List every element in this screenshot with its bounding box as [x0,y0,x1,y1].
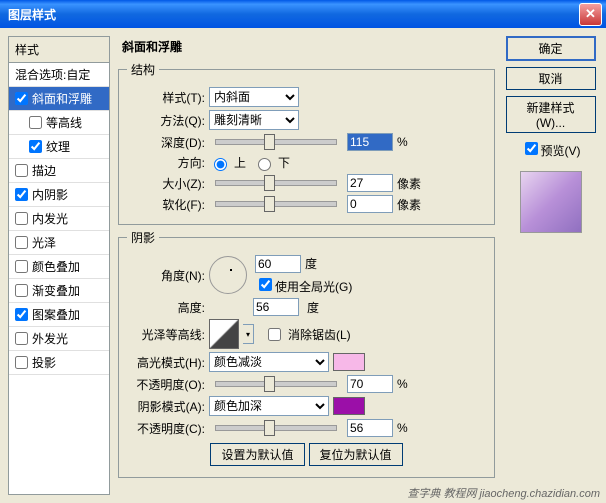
contour-dropdown[interactable]: ▾ [243,324,254,344]
style-check-5[interactable] [15,212,28,225]
panel-header: 样式 [9,37,109,63]
styles-panel: 样式 混合选项:自定 斜面和浮雕等高线纹理描边内阴影内发光光泽颜色叠加渐变叠加图… [8,36,110,495]
hopacity-slider[interactable] [215,381,337,387]
soften-slider[interactable] [215,201,337,207]
global-light-check[interactable] [259,278,272,291]
method-select[interactable]: 雕刻清晰 [209,110,299,130]
style-check-0[interactable] [15,92,28,105]
style-check-10[interactable] [15,332,28,345]
new-style-button[interactable]: 新建样式(W)... [506,96,596,133]
dir-up[interactable] [214,158,227,171]
style-check-9[interactable] [15,308,28,321]
soften-input[interactable] [347,195,393,213]
highlight-mode-select[interactable]: 颜色减淡 [209,352,329,372]
style-check-11[interactable] [15,356,28,369]
style-item-5[interactable]: 内发光 [9,207,109,231]
style-check-8[interactable] [15,284,28,297]
highlight-color[interactable] [333,353,365,371]
style-check-1[interactable] [29,116,42,129]
close-button[interactable]: ✕ [579,3,602,26]
shadow-color[interactable] [333,397,365,415]
style-check-6[interactable] [15,236,28,249]
window-title: 图层样式 [4,6,56,23]
gloss-contour[interactable] [209,319,239,349]
shading-group: 阴影 角度(N): 度 使用全局光(G) 高度:度 光泽等高线:▾消除锯齿(L)… [118,229,495,478]
dir-down[interactable] [258,158,271,171]
ok-button[interactable]: 确定 [506,36,596,61]
style-item-8[interactable]: 渐变叠加 [9,279,109,303]
titlebar: 图层样式 ✕ [0,0,606,28]
style-item-3[interactable]: 描边 [9,159,109,183]
style-item-4[interactable]: 内阴影 [9,183,109,207]
angle-dial[interactable] [209,256,247,294]
style-item-9[interactable]: 图案叠加 [9,303,109,327]
style-item-2[interactable]: 纹理 [9,135,109,159]
sopacity-slider[interactable] [215,425,337,431]
structure-group: 结构 样式(T):内斜面 方法(Q):雕刻清晰 深度(D):% 方向:上下 大小… [118,61,495,225]
depth-slider[interactable] [215,139,337,145]
make-default-button[interactable]: 设置为默认值 [210,443,304,466]
size-input[interactable] [347,174,393,192]
sopacity-input[interactable] [347,419,393,437]
style-item-10[interactable]: 外发光 [9,327,109,351]
style-item-1[interactable]: 等高线 [9,111,109,135]
blend-options[interactable]: 混合选项:自定 [9,63,109,87]
style-item-6[interactable]: 光泽 [9,231,109,255]
shadow-mode-select[interactable]: 颜色加深 [209,396,329,416]
preview-check[interactable] [525,142,538,155]
style-item-7[interactable]: 颜色叠加 [9,255,109,279]
cancel-button[interactable]: 取消 [506,67,596,90]
style-check-4[interactable] [15,188,28,201]
style-item-0[interactable]: 斜面和浮雕 [9,87,109,111]
style-select[interactable]: 内斜面 [209,87,299,107]
antialias-check[interactable] [268,328,281,341]
preview-swatch [520,171,582,233]
watermark: 查字典 教程网 jiaocheng.chazidian.com [407,485,600,501]
reset-default-button[interactable]: 复位为默认值 [309,443,403,466]
style-check-3[interactable] [15,164,28,177]
altitude-input[interactable] [253,298,299,316]
size-slider[interactable] [215,180,337,186]
hopacity-input[interactable] [347,375,393,393]
style-check-7[interactable] [15,260,28,273]
style-item-11[interactable]: 投影 [9,351,109,375]
angle-input[interactable] [255,255,301,273]
depth-input[interactable] [347,133,393,151]
style-check-2[interactable] [29,140,42,153]
section-title: 斜面和浮雕 [118,36,495,57]
